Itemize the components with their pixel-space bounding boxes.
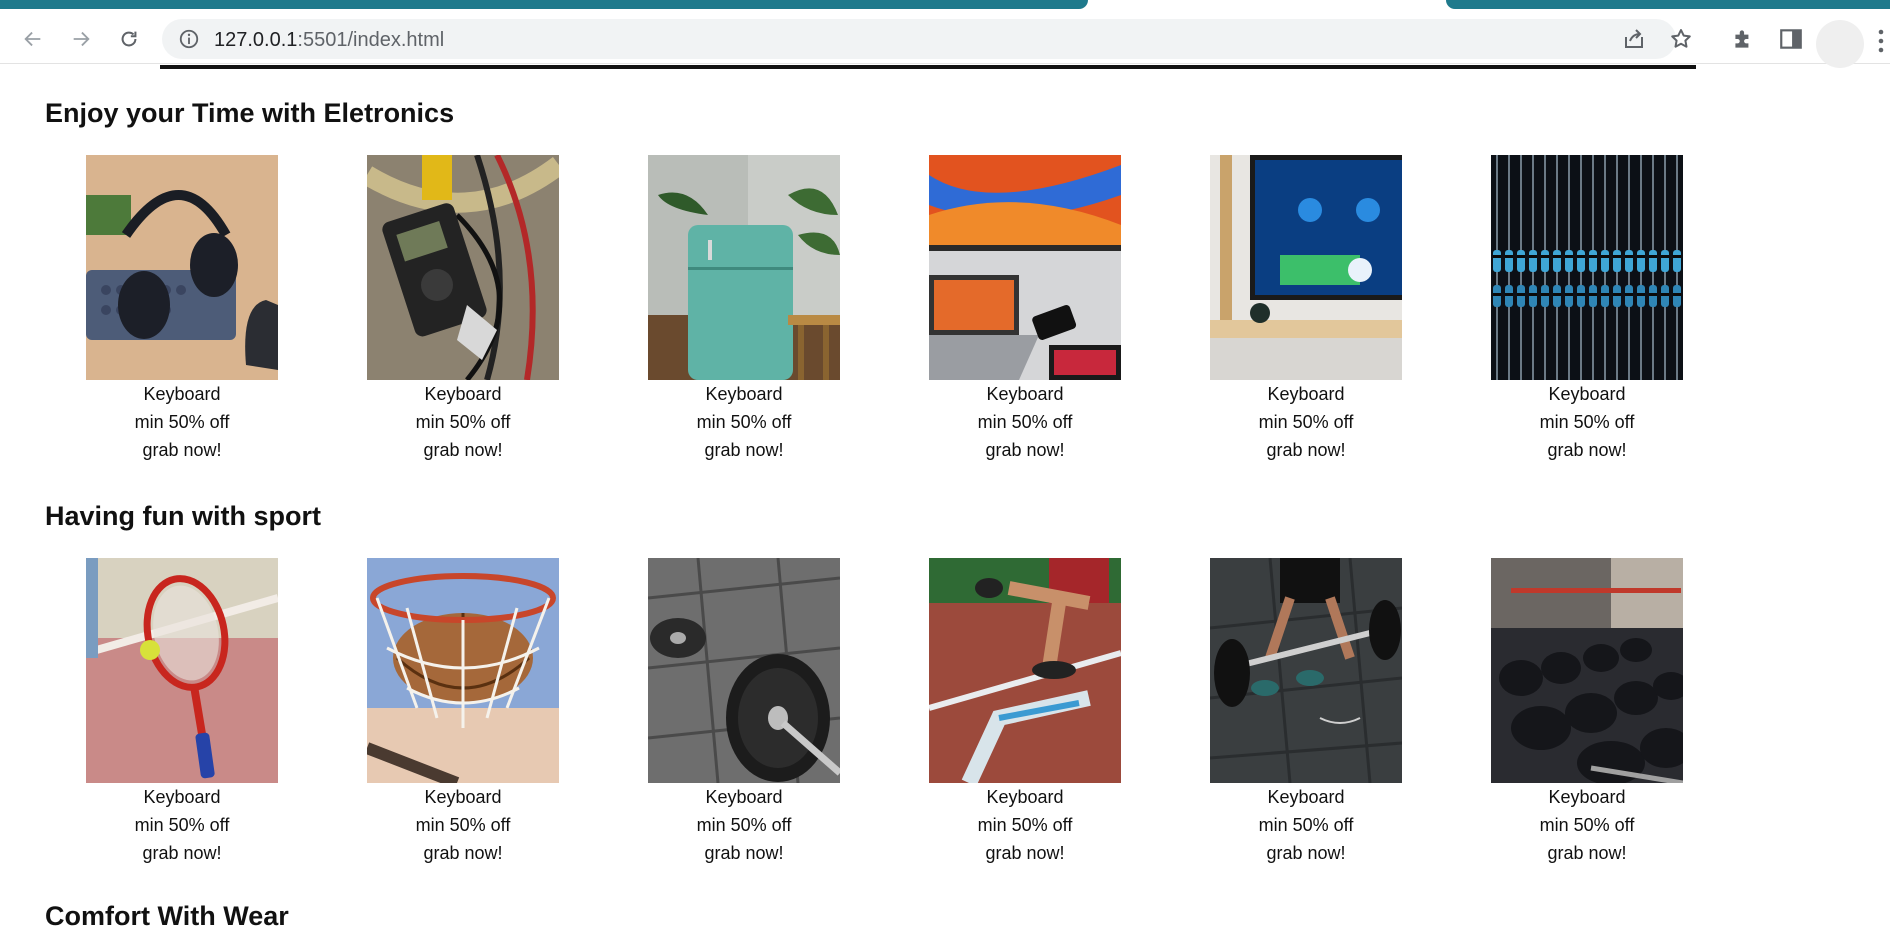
product-card[interactable]: Keyboard min 50% off grab now!: [1491, 558, 1683, 867]
dumbbell-rack-photo[interactable]: [1491, 558, 1683, 783]
product-cta[interactable]: grab now!: [1210, 436, 1402, 464]
product-offer: min 50% off: [1539, 815, 1635, 835]
reload-button[interactable]: [112, 22, 146, 56]
arrow-left-icon: [24, 31, 41, 47]
product-cta[interactable]: grab now!: [1491, 839, 1683, 867]
running-track-photo[interactable]: [929, 558, 1121, 783]
product-card[interactable]: Keyboard min 50% off grab now!: [1210, 558, 1402, 867]
bookmark-star-icon[interactable]: [1669, 27, 1693, 51]
share-icon[interactable]: [1622, 27, 1646, 51]
multimeter-wires-photo[interactable]: [367, 155, 559, 380]
section-title-electronics: Enjoy your Time with Eletronics: [45, 98, 455, 128]
reload-icon: [121, 31, 137, 47]
product-name: Keyboard: [1267, 384, 1345, 404]
url-path: :5501/index.html: [297, 29, 445, 51]
arrow-right-icon: [73, 31, 90, 47]
url-host: 127.0.0.1: [214, 29, 298, 51]
product-name: Keyboard: [1267, 787, 1345, 807]
side-panel-icon[interactable]: [1778, 26, 1804, 52]
product-cta[interactable]: grab now!: [86, 839, 278, 867]
product-cta[interactable]: grab now!: [367, 839, 559, 867]
product-card[interactable]: Keyboard min 50% off grab now!: [929, 558, 1121, 867]
profile-avatar[interactable]: [1816, 20, 1864, 68]
product-name: Keyboard: [424, 787, 502, 807]
product-name: Keyboard: [1548, 384, 1626, 404]
product-cta[interactable]: grab now!: [648, 839, 840, 867]
tennis-racket-photo[interactable]: [86, 558, 278, 783]
product-name: Keyboard: [143, 384, 221, 404]
tab-strip: [0, 0, 1890, 14]
menu-kebab-icon[interactable]: [1876, 28, 1886, 54]
section-title-sport: Having fun with sport: [45, 501, 321, 531]
product-offer: min 50% off: [415, 412, 511, 432]
headphones-keyboard-photo[interactable]: [86, 155, 278, 380]
product-offer: min 50% off: [134, 815, 230, 835]
product-offer: min 50% off: [1258, 412, 1354, 432]
extensions-puzzle-icon[interactable]: [1730, 26, 1756, 52]
product-name: Keyboard: [424, 384, 502, 404]
product-name: Keyboard: [1548, 787, 1626, 807]
product-cta[interactable]: grab now!: [1491, 436, 1683, 464]
laptop-monitor-photo[interactable]: [929, 155, 1121, 380]
back-button[interactable]: [16, 22, 50, 56]
product-cta[interactable]: grab now!: [648, 436, 840, 464]
product-card[interactable]: Keyboard min 50% off grab now!: [929, 155, 1121, 464]
url-text[interactable]: 127.0.0.1:5501/index.html: [214, 29, 444, 52]
basketball-hoop-photo[interactable]: [367, 558, 559, 783]
product-card[interactable]: Keyboard min 50% off grab now!: [367, 558, 559, 867]
product-offer: min 50% off: [696, 815, 792, 835]
product-offer: min 50% off: [1539, 412, 1635, 432]
resistors-photo[interactable]: [1491, 155, 1683, 380]
info-icon[interactable]: [178, 28, 200, 50]
address-bar[interactable]: 127.0.0.1:5501/index.html: [162, 19, 1691, 59]
background-tab[interactable]: [0, 0, 1088, 9]
browser-toolbar: 127.0.0.1:5501/index.html: [0, 14, 1890, 68]
section-title-wear: Comfort With Wear: [45, 901, 289, 931]
product-name: Keyboard: [986, 384, 1064, 404]
barbell-plate-photo[interactable]: [648, 558, 840, 783]
product-name: Keyboard: [705, 787, 783, 807]
product-cta[interactable]: grab now!: [367, 436, 559, 464]
product-card[interactable]: Keyboard min 50% off grab now!: [1210, 155, 1402, 464]
page-divider: [160, 65, 1696, 69]
product-offer: min 50% off: [977, 815, 1073, 835]
product-offer: min 50% off: [415, 815, 511, 835]
product-offer: min 50% off: [977, 412, 1073, 432]
product-row-electronics: Keyboard min 50% off grab now! Keyboard …: [86, 155, 1686, 485]
product-offer: min 50% off: [696, 412, 792, 432]
smart-tv-photo[interactable]: [1210, 155, 1402, 380]
product-cta[interactable]: grab now!: [1210, 839, 1402, 867]
deadlift-photo[interactable]: [1210, 558, 1402, 783]
teal-fridge-photo[interactable]: [648, 155, 840, 380]
product-offer: min 50% off: [134, 412, 230, 432]
product-card[interactable]: Keyboard min 50% off grab now!: [648, 155, 840, 464]
forward-button[interactable]: [64, 22, 98, 56]
product-row-sport: Keyboard min 50% off grab now! Keyboard …: [86, 558, 1686, 888]
product-cta[interactable]: grab now!: [929, 839, 1121, 867]
product-name: Keyboard: [986, 787, 1064, 807]
background-tab-right[interactable]: [1446, 0, 1890, 9]
product-cta[interactable]: grab now!: [86, 436, 278, 464]
product-offer: min 50% off: [1258, 815, 1354, 835]
product-card[interactable]: Keyboard min 50% off grab now!: [86, 155, 278, 464]
product-name: Keyboard: [143, 787, 221, 807]
product-card[interactable]: Keyboard min 50% off grab now!: [86, 558, 278, 867]
product-name: Keyboard: [705, 384, 783, 404]
product-card[interactable]: Keyboard min 50% off grab now!: [648, 558, 840, 867]
product-card[interactable]: Keyboard min 50% off grab now!: [1491, 155, 1683, 464]
product-cta[interactable]: grab now!: [929, 436, 1121, 464]
product-card[interactable]: Keyboard min 50% off grab now!: [367, 155, 559, 464]
